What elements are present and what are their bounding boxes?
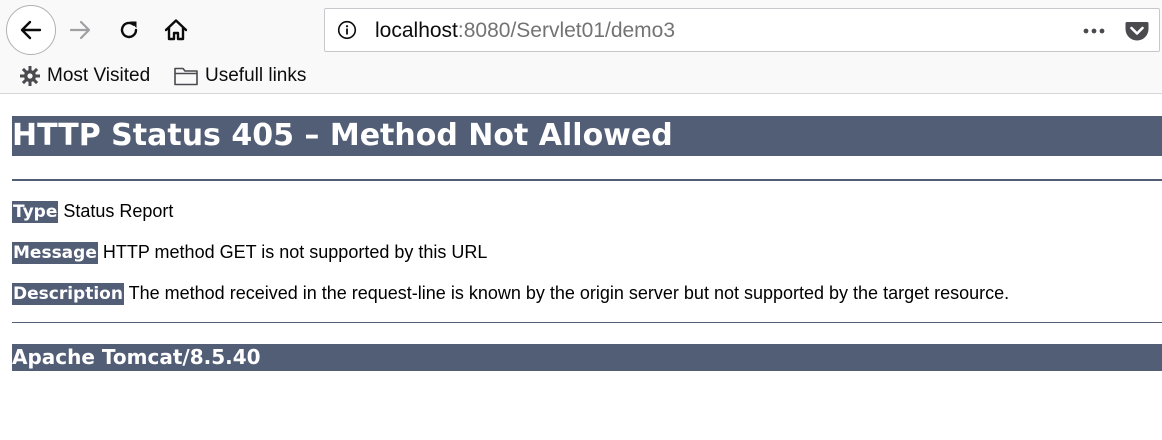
type-value: Status Report — [63, 201, 174, 221]
type-label: Type — [12, 201, 59, 223]
pocket-icon[interactable] — [1124, 18, 1150, 44]
forward-button[interactable] — [62, 12, 98, 48]
arrow-left-icon — [20, 20, 42, 40]
reload-icon — [120, 21, 138, 39]
url-host: localhost — [375, 19, 458, 42]
url-path: :8080/Servlet01/demo3 — [457, 19, 676, 42]
reload-button[interactable] — [111, 12, 147, 48]
description-value: The method received in the request-line … — [128, 283, 1010, 303]
description-label: Description — [12, 283, 124, 305]
gear-icon — [20, 66, 40, 86]
folder-icon — [174, 67, 198, 86]
message-value: HTTP method GET is not supported by this… — [102, 242, 488, 262]
home-button[interactable] — [158, 12, 194, 48]
url-text[interactable]: localhost:8080/Servlet01/demo3 — [375, 19, 675, 43]
type-line: Type Status Report — [12, 200, 173, 223]
bookmark-folder-usefull-links[interactable]: Usefull links — [173, 63, 306, 89]
bookmarks-toolbar: Most Visited Usefull links — [0, 60, 1162, 90]
message-label: Message — [12, 242, 98, 264]
bookmark-label: Most Visited — [47, 65, 151, 86]
info-icon[interactable] — [337, 20, 357, 40]
divider — [12, 179, 1162, 181]
back-button[interactable] — [6, 5, 56, 55]
ellipsis-icon[interactable] — [1082, 20, 1106, 42]
bookmark-most-visited[interactable]: Most Visited — [19, 63, 150, 89]
page-title: HTTP Status 405 – Method Not Allowed — [12, 116, 1162, 156]
address-bar[interactable]: localhost:8080/Servlet01/demo3 — [324, 8, 1160, 52]
message-line: Message HTTP method GET is not supported… — [12, 241, 487, 264]
description-line: Description The method received in the r… — [12, 282, 1009, 305]
home-icon — [164, 19, 188, 41]
arrow-right-icon — [69, 20, 91, 40]
server-footer: Apache Tomcat/8.5.40 — [12, 344, 1162, 371]
browser-chrome: localhost:8080/Servlet01/demo3 Most Visi… — [0, 0, 1162, 94]
bookmark-label: Usefull links — [205, 65, 307, 86]
navigation-toolbar: localhost:8080/Servlet01/demo3 — [0, 0, 1162, 56]
divider — [12, 322, 1162, 323]
